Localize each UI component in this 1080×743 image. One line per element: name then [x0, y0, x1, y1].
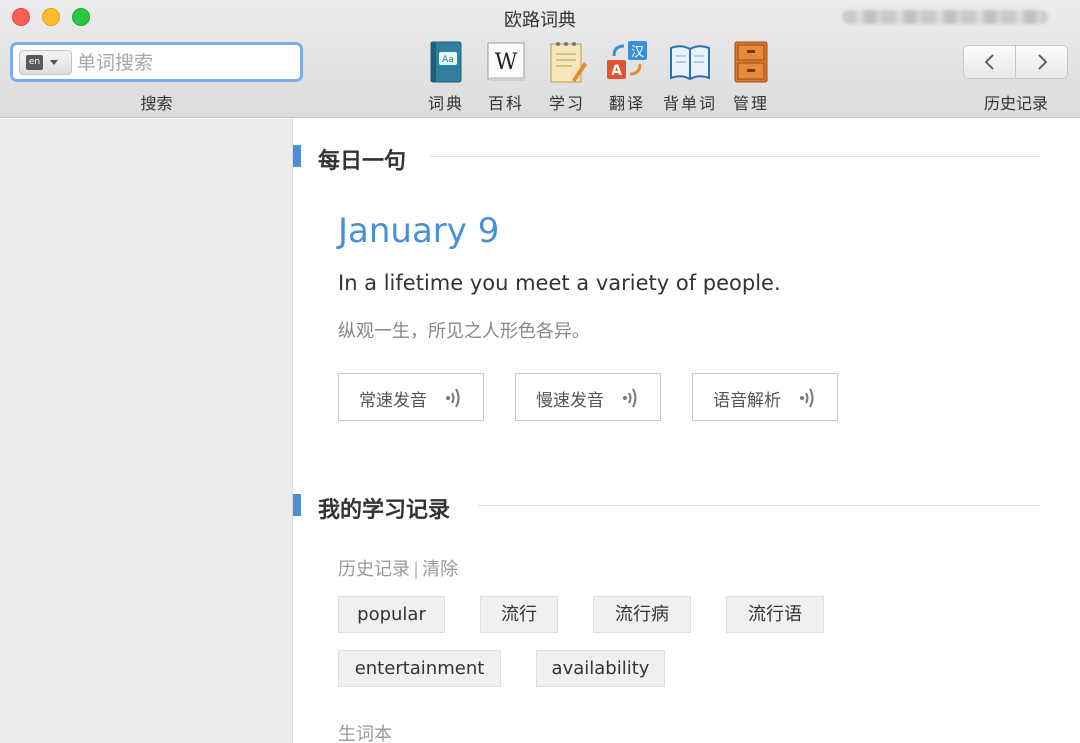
language-selector[interactable]: en	[19, 50, 72, 75]
button-label: 常速发音	[359, 391, 427, 411]
daily-sentence-zh: 纵观一生，所见之人形色各异。	[338, 321, 590, 342]
tool-wikipedia[interactable]: W 百科	[471, 40, 541, 114]
chevron-down-icon	[50, 60, 58, 65]
speaker-waves-icon	[800, 388, 814, 408]
tool-manage[interactable]: 管理	[716, 40, 786, 114]
chevron-left-icon	[984, 54, 994, 70]
search-box: en	[10, 42, 303, 82]
svg-text:汉: 汉	[631, 45, 644, 60]
sidebar-results	[0, 119, 293, 743]
cabinet-icon	[734, 41, 768, 83]
history-header: 历史记录 | 清除	[338, 555, 458, 581]
main-content: 每日一句 January 9 In a lifetime you meet a …	[293, 119, 1080, 743]
notebook-label: 生词本	[338, 724, 392, 743]
clear-history-link[interactable]: 清除	[422, 559, 458, 580]
history-word-tag[interactable]: entertainment	[338, 650, 501, 687]
history-label: 历史记录	[983, 94, 1048, 113]
svg-text:A: A	[611, 63, 622, 79]
section-title: 每日一句	[318, 149, 407, 174]
tool-label: 管理	[732, 94, 769, 113]
daily-date: January 9	[338, 211, 500, 251]
search-input[interactable]	[77, 49, 292, 76]
open-book-icon	[670, 45, 710, 81]
history-word-tag[interactable]: 流行语	[726, 596, 824, 633]
normal-speed-audio-button[interactable]: 常速发音	[338, 373, 484, 421]
study-section-header: 我的学习记录	[293, 492, 1040, 523]
history-word-tag[interactable]: availability	[536, 650, 665, 687]
blurred-account-info	[842, 10, 1048, 24]
history-word-tag[interactable]: 流行	[480, 596, 558, 633]
history-word-tag[interactable]: 流行病	[593, 596, 691, 633]
search-label: 搜索	[140, 94, 173, 113]
toolbar: 欧路词典 en 搜索 Aa 词典 W 百科	[0, 0, 1080, 118]
tool-flashcards[interactable]: 背单词	[655, 40, 725, 114]
chevron-right-icon	[1038, 54, 1048, 70]
daily-sentence-en: In a lifetime you meet a variety of peop…	[338, 271, 781, 295]
tool-label: 翻译	[608, 94, 645, 113]
button-label: 语音解析	[713, 391, 781, 411]
section-title: 我的学习记录	[318, 498, 451, 523]
svg-text:W: W	[495, 50, 518, 75]
section-divider	[478, 505, 1040, 506]
section-divider	[430, 156, 1040, 157]
history-records-label: 历史记录	[338, 559, 410, 580]
tool-label: 背单词	[662, 94, 717, 113]
history-back-button[interactable]	[963, 45, 1016, 79]
separator: |	[413, 559, 420, 580]
speaker-waves-icon	[623, 388, 637, 408]
section-accent-bar	[293, 145, 301, 167]
notepad-pencil-icon	[550, 42, 587, 83]
slow-speed-audio-button[interactable]: 慢速发音	[515, 373, 661, 421]
history-word-tag[interactable]: popular	[338, 596, 445, 633]
tool-label: 百科	[487, 94, 524, 113]
svg-text:Aa: Aa	[442, 55, 454, 65]
translate-icon: 汉 A	[607, 41, 647, 79]
dictionary-book-icon: Aa	[430, 41, 462, 83]
wikipedia-icon: W	[487, 42, 526, 81]
history-nav	[963, 45, 1069, 79]
language-badge: en	[26, 55, 43, 70]
history-forward-button[interactable]	[1015, 45, 1068, 79]
tool-translate[interactable]: 汉 A 翻译	[592, 40, 662, 114]
daily-section-header: 每日一句	[293, 143, 1040, 174]
audio-explanation-button[interactable]: 语音解析	[692, 373, 838, 421]
button-label: 慢速发音	[536, 391, 604, 411]
section-accent-bar	[293, 494, 301, 516]
speaker-waves-icon	[446, 388, 460, 408]
